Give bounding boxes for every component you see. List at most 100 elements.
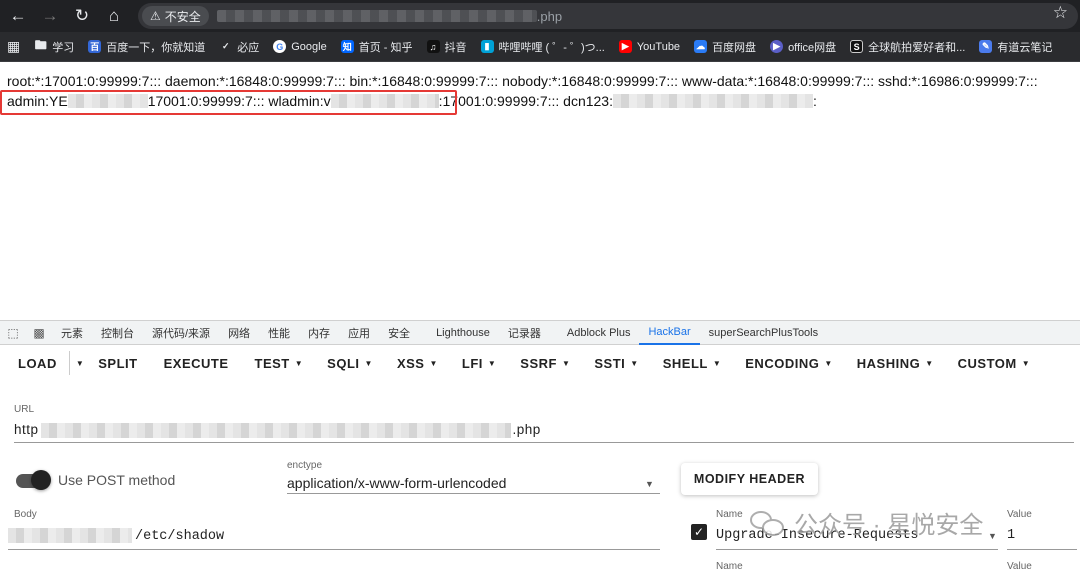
bookmark-douyin[interactable]: ♫ 抖音 (420, 35, 474, 59)
post-toggle-knob[interactable] (31, 470, 51, 490)
bilibili-icon: ▮ (480, 40, 494, 53)
shell-menu[interactable]: SHELL ▼ (653, 348, 732, 378)
body-input[interactable]: /etc/shadow (8, 528, 224, 544)
url-underline (14, 442, 1074, 443)
custom-menu[interactable]: CUSTOM ▼ (948, 348, 1041, 378)
hashing-menu[interactable]: HASHING ▼ (847, 348, 944, 378)
body-underline (8, 549, 660, 550)
load-dropdown[interactable]: ▼ (72, 348, 88, 378)
tab-network[interactable]: 网络 (219, 321, 259, 345)
tab-performance[interactable]: 性能 (259, 321, 299, 345)
apps-icon[interactable]: ▦ (0, 35, 27, 59)
chevron-down-icon[interactable]: ▼ (988, 531, 997, 541)
douyin-icon: ♫ (426, 40, 440, 53)
header-name-label-2: Name (716, 561, 743, 572)
caret-down-icon: ▼ (429, 358, 438, 368)
forward-icon[interactable]: → (36, 2, 64, 30)
caret-down-icon: ▼ (925, 358, 934, 368)
tab-elements[interactable]: 元素 (52, 321, 92, 345)
tab-sources[interactable]: 源代码/来源 (143, 321, 219, 345)
test-menu[interactable]: TEST ▼ (245, 348, 314, 378)
browser-toolbar: ← → ↻ ⌂ ⚠ 不安全 .php ☆ (0, 0, 1080, 32)
tab-supersearch[interactable]: superSearchPlusTools (700, 321, 827, 345)
tab-memory[interactable]: 内存 (299, 321, 339, 345)
tab-recorder[interactable]: 记录器 (499, 321, 550, 345)
execute-button[interactable]: EXECUTE (154, 348, 239, 378)
bookmark-baidupan[interactable]: ☁ 百度网盘 (687, 35, 763, 59)
bookmark-star-icon[interactable]: ☆ (1053, 3, 1068, 23)
url-input[interactable]: http .php (14, 422, 541, 438)
baidu-icon: 百 (88, 40, 102, 53)
bookmark-youtube[interactable]: ▶ YouTube (612, 35, 687, 59)
url-suffix-field: .php (512, 422, 541, 437)
back-icon[interactable]: ← (4, 2, 32, 30)
bookmark-baidu[interactable]: 百百度一下，你就知道 (81, 35, 212, 59)
tab-lighthouse[interactable]: Lighthouse (427, 321, 499, 345)
header-value-label-2: Value (1007, 561, 1032, 572)
redacted-url (40, 422, 511, 438)
header-checkbox[interactable]: ✓ (691, 524, 707, 540)
tab-console[interactable]: 控制台 (92, 321, 143, 345)
shadow-output-line-1: root:*:17001:0:99999:7::: daemon:*:16848… (7, 73, 1038, 89)
hackbar-toolbar: LOAD ▼ SPLIT EXECUTE TEST ▼ SQLI ▼ XSS ▼ LF… (0, 345, 1080, 381)
header-name-underline (716, 549, 998, 550)
body-label: Body (14, 509, 37, 520)
tab-security[interactable]: 安全 (379, 321, 419, 345)
sqli-menu[interactable]: SQLI ▼ (317, 348, 383, 378)
warning-icon: ⚠ (150, 9, 161, 23)
inspect-icon[interactable]: ⬚ (0, 326, 26, 340)
modify-header-button[interactable]: MODIFY HEADER (681, 463, 818, 495)
enctype-underline (287, 493, 660, 494)
bookmark-office[interactable]: ▶ office网盘 (763, 35, 843, 59)
ssrf-menu[interactable]: SSRF ▼ (510, 348, 580, 378)
url-suffix: .php (536, 8, 563, 24)
security-chip[interactable]: ⚠ 不安全 (142, 6, 209, 26)
divider (68, 351, 70, 375)
address-bar[interactable]: ⚠ 不安全 .php (138, 3, 1078, 29)
bookmark-drone[interactable]: S 全球航拍爱好者和... (843, 35, 972, 59)
caret-down-icon: ▼ (487, 358, 497, 368)
enctype-select[interactable]: application/x-www-form-urlencoded (287, 475, 506, 491)
header-name-label: Name (716, 509, 743, 520)
url-label: URL (14, 404, 35, 415)
caret-down-icon: ▼ (561, 358, 571, 368)
reload-icon[interactable]: ↻ (68, 2, 96, 30)
watermark: 公众号 · 星悦安全 (750, 505, 983, 540)
bookmark-youdao[interactable]: ✎ 有道云笔记 (972, 35, 1059, 59)
chevron-down-icon[interactable]: ▼ (645, 479, 654, 489)
caret-down-icon: ▼ (630, 358, 639, 368)
redacted-body (8, 528, 132, 543)
tab-hackbar[interactable]: HackBar (639, 321, 700, 345)
header-value-input[interactable]: 1 (1007, 528, 1015, 543)
redacted-hash-3 (612, 94, 813, 108)
youdao-icon: ✎ (979, 40, 993, 53)
bookmark-study[interactable]: 🖿 学习 (27, 35, 81, 59)
wladmin-entry-rest: :17001:0:99999:7::: dcn123: (438, 93, 613, 109)
bookmark-zhihu[interactable]: 知首页 - 知乎 (334, 35, 420, 59)
google-icon: G (273, 40, 287, 53)
tab-application[interactable]: 应用 (339, 321, 379, 345)
youtube-icon: ▶ (618, 40, 632, 53)
security-label: 不安全 (164, 9, 201, 24)
ssti-menu[interactable]: SSTI ▼ (584, 348, 648, 378)
device-toggle-icon[interactable]: ▩ (26, 326, 52, 340)
xss-menu[interactable]: XSS ▼ (387, 348, 448, 378)
bookmark-google[interactable]: G Google (266, 35, 333, 59)
load-button[interactable]: LOAD (8, 348, 67, 378)
bing-icon: ✓ (221, 41, 230, 51)
wechat-icon (750, 509, 786, 537)
office-icon: ▶ (770, 40, 784, 53)
devtools-tab-bar: ⬚ ▩ 元素 控制台 源代码/来源 网络 性能 内存 应用 安全 Lightho… (0, 321, 1080, 345)
post-toggle-label: Use POST method (58, 472, 176, 488)
bookmark-bilibili[interactable]: ▮ 哔哩哔哩 ( ゜- ゜)つ... (474, 35, 612, 59)
lfi-menu[interactable]: LFI ▼ (452, 348, 506, 378)
split-button[interactable]: SPLIT (88, 348, 147, 378)
folder-icon: 🖿 (34, 38, 47, 52)
caret-down-icon: ▼ (712, 358, 722, 368)
encoding-menu[interactable]: ENCODING ▼ (735, 348, 842, 378)
home-icon[interactable]: ⌂ (100, 2, 128, 30)
caret-down-icon: ▼ (364, 358, 373, 368)
tab-adblock[interactable]: Adblock Plus (558, 321, 640, 345)
devtools-panel: ⬚ ▩ 元素 控制台 源代码/来源 网络 性能 内存 应用 安全 Lightho… (0, 320, 1080, 572)
bookmark-bing[interactable]: ✓ 必应 (212, 35, 266, 59)
